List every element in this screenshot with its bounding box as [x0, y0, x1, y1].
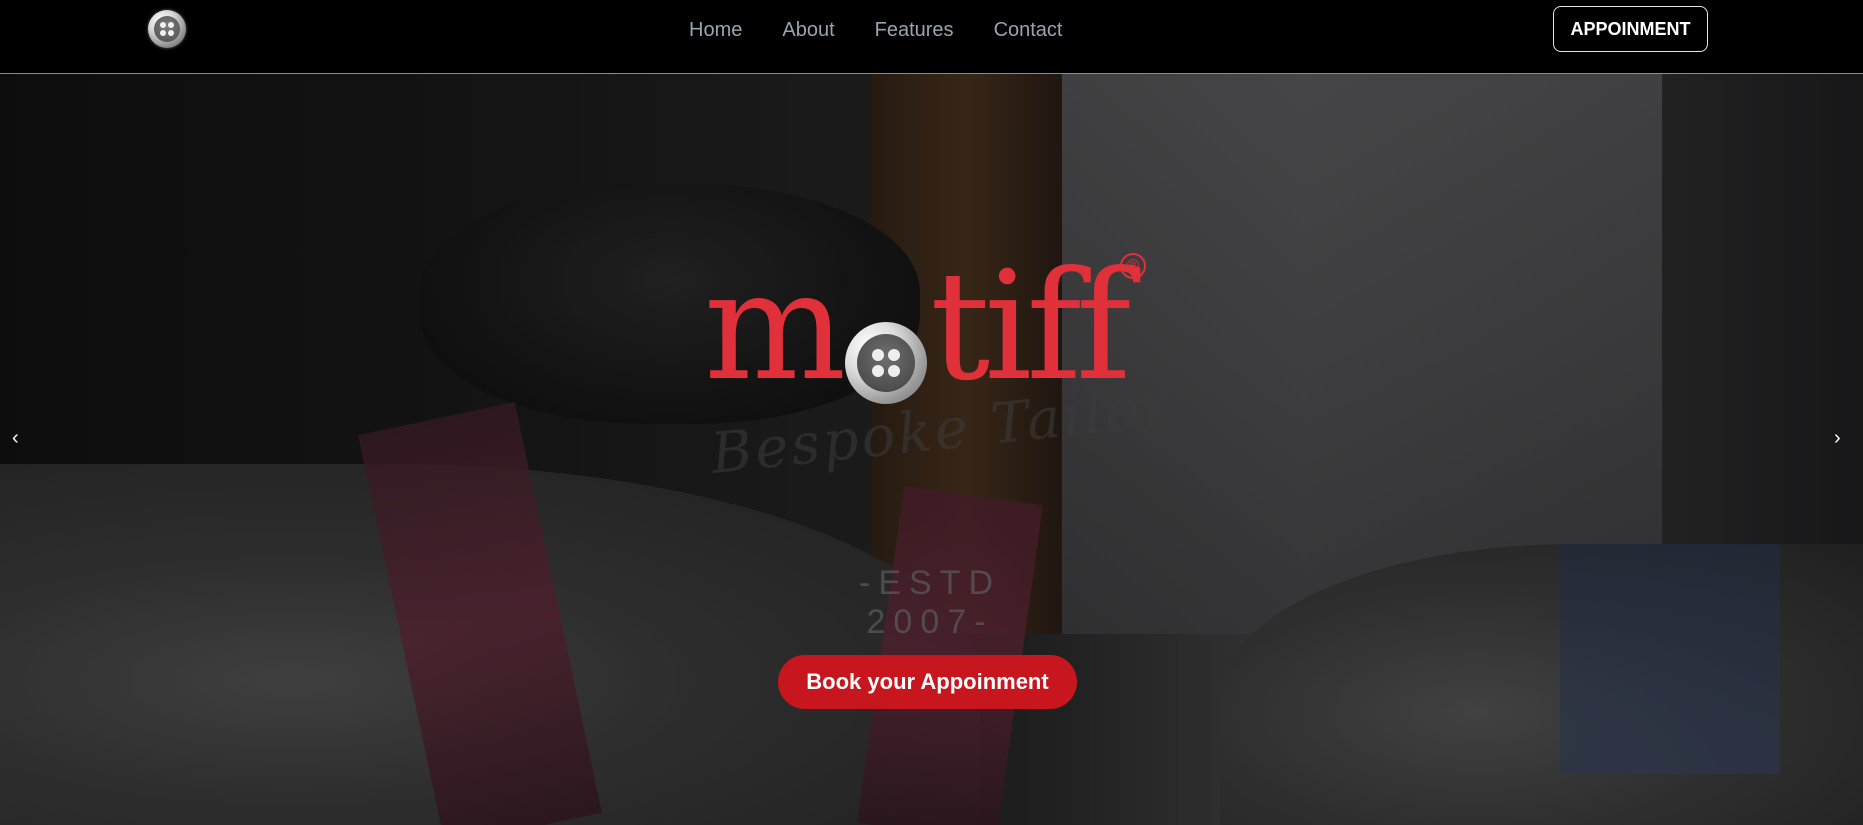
nav-contact-link[interactable]: Contact: [994, 18, 1063, 42]
button-logo-icon: [845, 322, 927, 404]
logo-letter-m: m: [704, 240, 847, 414]
top-navbar: Home About Features Contact APPOINMENT: [0, 0, 1863, 74]
button-logo-icon[interactable]: [148, 10, 186, 48]
nav-about-link[interactable]: About: [782, 18, 834, 42]
logo-button-inner: [857, 334, 915, 392]
book-appointment-button[interactable]: Book your Appoinment: [778, 655, 1077, 709]
nav-home-link[interactable]: Home: [689, 18, 742, 42]
registered-mark: ®: [1120, 253, 1146, 279]
hero-carousel: ‹ › m tiff ® Bespoke Tailor -ESTD 2007- …: [0, 74, 1863, 825]
main-nav: Home About Features Contact: [689, 18, 1063, 42]
logo-letters-tiff: tiff: [930, 240, 1131, 414]
nav-features-link[interactable]: Features: [875, 18, 954, 42]
logo-inner: [154, 16, 180, 42]
carousel-prev-arrow[interactable]: ‹: [12, 428, 19, 448]
established-year: -ESTD 2007-: [859, 564, 1001, 641]
appointment-button[interactable]: APPOINMENT: [1553, 6, 1708, 52]
carousel-next-arrow[interactable]: ›: [1834, 428, 1841, 448]
